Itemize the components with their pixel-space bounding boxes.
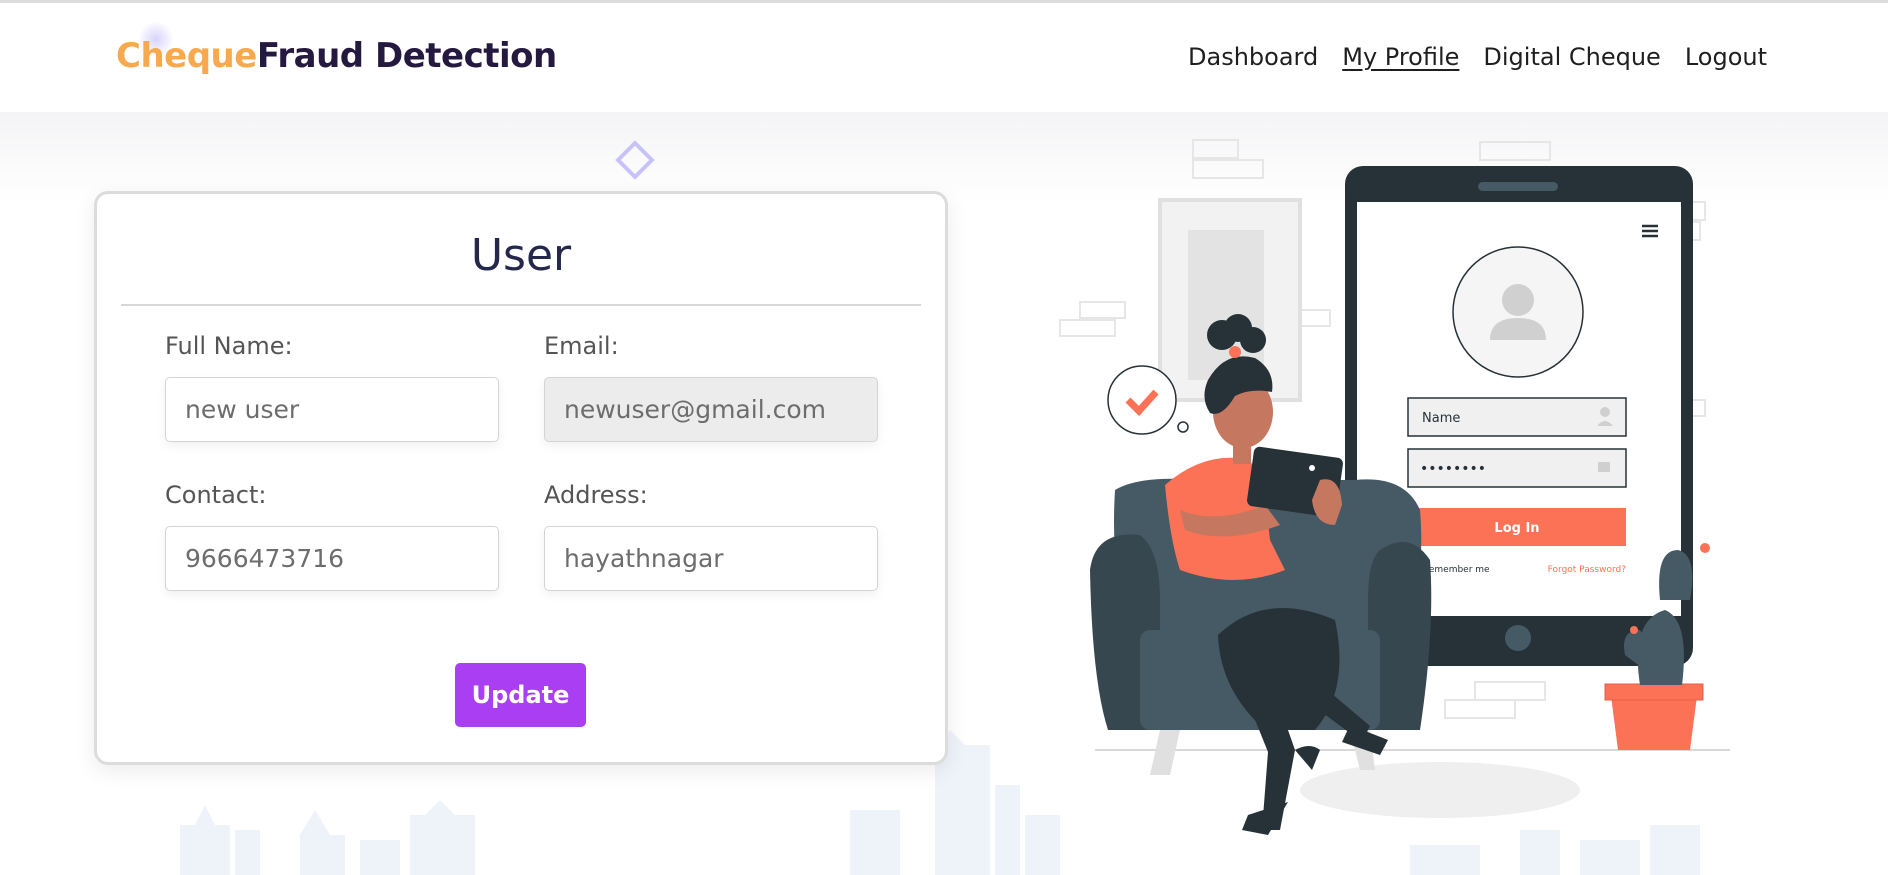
profile-card: User Full Name: Email: Contact: Address:… [94, 191, 948, 765]
nav-digital-cheque[interactable]: Digital Cheque [1483, 43, 1660, 71]
update-button[interactable]: Update [455, 663, 586, 727]
phone-login-label: Log In [1494, 521, 1539, 536]
address-label: Address: [544, 481, 648, 509]
nav-dashboard[interactable]: Dashboard [1188, 43, 1318, 71]
brand-logo[interactable]: ChequeFraud Detection [116, 36, 557, 76]
nav-logout[interactable]: Logout [1685, 43, 1767, 71]
main-nav: Dashboard My Profile Digital Cheque Logo… [1188, 43, 1767, 71]
address-input[interactable] [544, 526, 878, 591]
phone-remember-label: Remember me [1423, 565, 1490, 575]
card-divider [121, 304, 921, 306]
phone-forgot-label: Forgot Password? [1548, 565, 1627, 575]
login-illustration: Name •••••••• Log In Remember me Forgot … [1059, 139, 1730, 835]
card-title: User [470, 230, 572, 281]
brand-part-fraud-detection: Fraud Detection [256, 36, 557, 76]
navbar: ChequeFraud Detection Dashboard My Profi… [0, 3, 1888, 112]
full-name-input[interactable] [165, 377, 499, 442]
email-input[interactable] [544, 377, 878, 442]
email-label: Email: [544, 332, 619, 360]
contact-input[interactable] [165, 526, 499, 591]
nav-my-profile[interactable]: My Profile [1342, 43, 1459, 71]
brand-part-cheque: Cheque [116, 36, 257, 76]
phone-password-mask: •••••••• [1420, 461, 1486, 477]
phone-name-placeholder: Name [1422, 411, 1460, 426]
full-name-label: Full Name: [165, 332, 293, 360]
contact-label: Contact: [165, 481, 267, 509]
